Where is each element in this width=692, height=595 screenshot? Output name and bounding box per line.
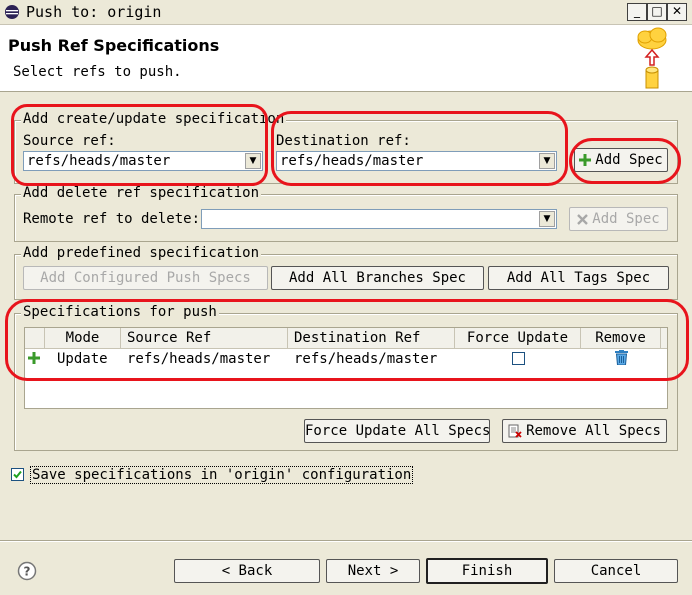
add-spec-label: Add Spec xyxy=(595,152,663,168)
title-bar: Push to: origin _ □ ✕ xyxy=(0,0,692,25)
chevron-down-icon[interactable]: ▼ xyxy=(539,211,555,227)
cancel-button[interactable]: Cancel xyxy=(554,559,678,583)
eclipse-icon xyxy=(5,5,19,19)
delete-ref-group-title: Add delete ref specification xyxy=(21,185,262,201)
add-all-tags-spec-button[interactable]: Add All Tags Spec xyxy=(488,266,669,290)
wizard-header: Push Ref Specifications Select refs to p… xyxy=(0,25,692,92)
specifications-group-title: Specifications for push xyxy=(21,304,219,320)
remove-all-specs-button[interactable]: Remove All Specs xyxy=(502,419,667,443)
next-button[interactable]: Next > xyxy=(326,559,420,583)
chevron-down-icon[interactable]: ▼ xyxy=(539,153,555,169)
push-banner-icon xyxy=(637,27,667,89)
page-description: Select refs to push. xyxy=(13,64,182,80)
destination-ref-value: refs/heads/master xyxy=(280,153,424,169)
trash-icon[interactable] xyxy=(615,350,628,365)
column-header-source-ref[interactable]: Source Ref xyxy=(121,328,288,348)
add-delete-spec-label: Add Spec xyxy=(592,211,660,227)
add-configured-push-specs-button[interactable]: Add Configured Push Specs xyxy=(23,266,268,290)
column-header-mode[interactable]: Mode xyxy=(45,328,121,348)
remote-ref-combo[interactable]: ▼ xyxy=(201,209,557,229)
footer-separator xyxy=(0,540,692,542)
column-header-destination-ref[interactable]: Destination Ref xyxy=(288,328,455,348)
force-update-checkbox[interactable] xyxy=(512,352,525,365)
source-ref-value: refs/heads/master xyxy=(27,153,171,169)
column-header-remove[interactable]: Remove xyxy=(581,328,661,348)
back-button[interactable]: < Back xyxy=(174,559,320,583)
save-config-label[interactable]: Save specifications in 'origin' configur… xyxy=(30,466,414,484)
destination-ref-label: Destination ref: xyxy=(276,133,411,149)
add-delete-spec-button[interactable]: Add Spec xyxy=(569,207,668,231)
save-config-checkbox[interactable] xyxy=(11,468,24,481)
column-header-icon xyxy=(25,328,45,348)
maximize-button[interactable]: □ xyxy=(647,3,667,21)
window-title: Push to: origin xyxy=(26,3,162,21)
minimize-button[interactable]: _ xyxy=(627,3,647,21)
row-mode: Update xyxy=(57,351,108,367)
remove-all-icon xyxy=(508,424,522,438)
close-button[interactable]: ✕ xyxy=(667,3,687,21)
predefined-spec-group-title: Add predefined specification xyxy=(21,245,262,261)
chevron-down-icon[interactable]: ▼ xyxy=(245,153,261,169)
force-update-all-specs-button[interactable]: Force Update All Specs xyxy=(304,419,490,443)
add-all-branches-spec-button[interactable]: Add All Branches Spec xyxy=(271,266,484,290)
destination-ref-combo[interactable]: refs/heads/master ▼ xyxy=(276,151,557,171)
help-icon[interactable]: ? xyxy=(17,561,37,581)
add-icon xyxy=(579,154,592,166)
row-destination-ref: refs/heads/master xyxy=(294,351,438,367)
create-update-group-title: Add create/update specification xyxy=(21,111,287,127)
source-ref-label: Source ref: xyxy=(23,133,116,149)
remote-ref-label: Remote ref to delete: xyxy=(23,211,201,227)
remove-all-specs-label: Remove All Specs xyxy=(526,423,661,439)
column-header-force-update[interactable]: Force Update xyxy=(455,328,581,348)
specifications-table: Mode Source Ref Destination Ref Force Up… xyxy=(24,327,668,409)
source-ref-combo[interactable]: refs/heads/master ▼ xyxy=(23,151,263,171)
page-title: Push Ref Specifications xyxy=(8,36,220,55)
add-spec-button[interactable]: Add Spec xyxy=(574,148,668,172)
delete-icon xyxy=(577,213,589,225)
add-icon xyxy=(28,352,40,364)
checkmark-icon xyxy=(13,470,22,479)
row-source-ref: refs/heads/master xyxy=(127,351,271,367)
finish-button[interactable]: Finish xyxy=(426,558,548,584)
table-header: Mode Source Ref Destination Ref Force Up… xyxy=(25,328,667,349)
help-glyph: ? xyxy=(24,565,31,579)
